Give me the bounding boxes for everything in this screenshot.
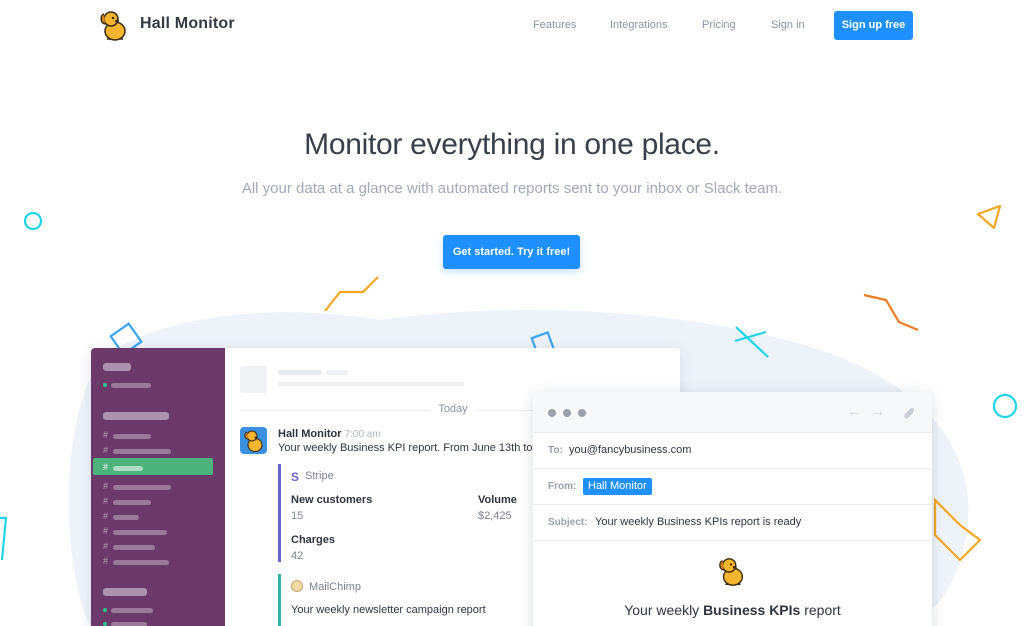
nav-link-pricing[interactable]: Pricing [702,19,736,31]
dog-mascot-icon[interactable] [97,9,131,43]
channel-hash-icon: # [103,526,109,536]
cyan-cross [734,326,769,358]
channel-placeholder[interactable] [113,530,167,535]
email-body-title: Your weekly Business KPIs report [533,602,932,618]
dm-placeholder[interactable] [111,608,153,613]
arrow-left-icon[interactable]: ← [847,403,861,419]
sidebar-team-placeholder [103,363,131,371]
email-to-label: To: [548,445,563,456]
window-dot [563,409,571,417]
stripe-source-label: Stripe [305,470,334,482]
email-to-value[interactable]: you@fancybusiness.com [569,444,691,456]
sidebar-section-placeholder [103,588,147,596]
active-channel[interactable] [93,458,213,475]
hero-title: Monitor everything in one place. [304,128,720,161]
channel-hash-icon: # [103,430,109,440]
email-from-label: From: [548,481,577,492]
orange-triangle [976,204,1002,230]
stripe-s-icon: S [291,470,300,484]
field-label-volume: Volume [478,494,517,506]
channel-title-placeholder [278,370,322,375]
brand-name[interactable]: Hall Monitor [140,15,235,33]
message-time: 7:00 am [344,429,381,440]
channel-placeholder[interactable] [113,545,155,550]
email-subject-row: Subject: Your weekly Business KPIs repor… [533,505,932,541]
day-divider-label: Today [429,403,477,415]
active-channel-placeholder [113,466,143,471]
email-preview-window: ← → To: you@fancybusiness.com From: Hall… [533,392,932,626]
channel-hash-icon: # [103,511,109,521]
mailchimp-report-text: Your weekly newsletter campaign report [291,604,486,616]
hero-subtitle: All your data at a glance with automated… [241,180,783,197]
channel-title-placeholder [326,370,348,375]
mailchimp-icon [291,580,303,592]
field-label-charges: Charges [291,534,336,546]
channel-topic-placeholder [278,382,464,386]
nav-link-sign-in[interactable]: Sign in [771,19,805,31]
window-dot [578,409,586,417]
cyan-bar-left [0,516,8,561]
orange-zigzag [863,293,919,332]
channel-hash-icon: # [103,556,109,566]
email-subject-value: Your weekly Business KPIs report is read… [595,516,802,528]
cyan-circle-left [23,211,43,231]
mailchimp-source-label: MailChimp [309,581,361,593]
message-author: Hall Monitor 7:00 am [278,428,381,440]
channel-avatar-placeholder [240,366,267,393]
arrow-right-icon[interactable]: → [871,403,885,419]
email-title-bold: Business KPIs [703,602,801,618]
channel-hash-icon: # [103,541,109,551]
yellow-zigzag [324,276,379,312]
cyan-circle-right [992,393,1018,419]
channel-hash-icon: # [103,481,109,491]
email-from-row: From: Hall Monitor [533,469,932,505]
nav-link-features[interactable]: Features [533,19,576,31]
channel-hash-icon: # [103,496,109,506]
stripe-attachment-bar [278,464,281,562]
window-dot [548,409,556,417]
get-started-button[interactable]: Get started. Try it free! [443,235,580,269]
email-toolbar: ← → [533,392,932,433]
channel-placeholder[interactable] [113,485,171,490]
email-subject-label: Subject: [548,517,588,528]
bot-avatar [240,427,267,454]
email-from-tag[interactable]: Hall Monitor [583,478,652,495]
email-title-prefix: Your weekly [624,602,704,618]
channel-hash-icon: # [103,445,109,455]
message-text: Your weekly Business KPI report. From Ju… [278,442,533,454]
field-value-charges: 42 [291,550,304,562]
message-author-name[interactable]: Hall Monitor [278,428,342,440]
channel-placeholder[interactable] [113,449,171,454]
dog-mascot-icon [244,430,263,453]
online-dot [103,622,107,626]
channel-placeholder[interactable] [113,515,139,520]
dog-mascot-icon [719,558,744,586]
slack-sidebar: # # # # # # # # # [91,348,225,626]
paperclip-icon[interactable] [902,406,916,420]
online-dot [103,608,107,612]
channel-placeholder[interactable] [113,560,169,565]
field-label-new-customers: New customers [291,494,373,506]
online-dot [103,383,107,387]
yellow-diamond [933,497,982,562]
sidebar-user-placeholder [111,383,151,388]
top-nav: Hall Monitor Features Integrations Prici… [0,0,1024,52]
channel-placeholder[interactable] [113,500,151,505]
email-to-row: To: you@fancybusiness.com [533,433,932,469]
dm-placeholder[interactable] [111,622,147,626]
sign-up-button[interactable]: Sign up free [834,11,913,40]
field-value-new-customers: 15 [291,510,304,522]
sidebar-section-placeholder [103,412,169,420]
nav-link-integrations[interactable]: Integrations [610,19,667,31]
channel-placeholder[interactable] [113,434,151,439]
mailchimp-attachment-bar [278,574,281,626]
field-value-volume: $2,425 [478,510,512,522]
channel-hash-icon: # [103,462,109,472]
email-title-suffix: report [800,602,841,618]
